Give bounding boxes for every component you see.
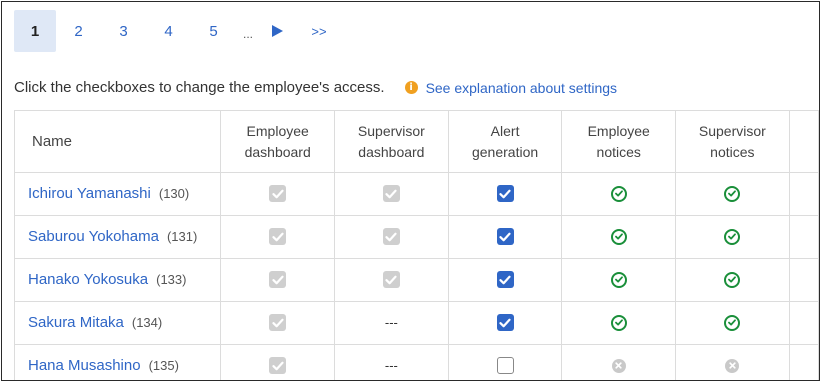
employee-notices-cell (561, 344, 676, 380)
checkbox-disabled (382, 271, 400, 289)
header-supervisor-dashboard: Supervisor dashboard (334, 110, 449, 173)
alert-generation-checkbox[interactable] (496, 185, 514, 203)
employee-id: (130) (158, 186, 190, 201)
check-circle-icon (610, 185, 627, 202)
check-circle-icon (610, 271, 627, 288)
supervisor-notices-cell (675, 344, 790, 380)
pagination: 1 2 3 4 5 ... >> (14, 10, 344, 52)
empty-value: --- (384, 315, 398, 330)
supervisor-notices-cell (675, 258, 790, 302)
employee-dashboard-cell (220, 172, 336, 216)
checkbox-disabled (269, 314, 287, 332)
next-page-button[interactable] (260, 10, 294, 52)
page-2-button[interactable]: 2 (56, 10, 101, 52)
name-cell: Saburou Yokohama (131) (13, 215, 222, 259)
explanation-link[interactable]: See explanation about settings (426, 80, 617, 96)
employee-id: (135) (148, 358, 179, 373)
employee-name-link[interactable]: Sakura Mitaka (28, 314, 124, 331)
employee-id: (133) (156, 272, 187, 287)
supervisor-dashboard-cell (334, 215, 449, 259)
pagination-ellipsis: ... (242, 27, 253, 41)
alert-generation-checkbox[interactable] (496, 228, 514, 246)
checkbox-disabled (269, 271, 287, 289)
page-5-button[interactable]: 5 (191, 10, 236, 52)
check-circle-icon (724, 185, 741, 202)
supervisor-notices-cell (675, 301, 790, 345)
table-header-row: Name Employee dashboard Supervisor dashboa… (13, 110, 819, 173)
alert-generation-cell (447, 172, 563, 216)
table-row: Saburou Yokohama (131) (13, 215, 819, 259)
employee-name-link[interactable]: Saburou Yokohama (28, 228, 159, 245)
employee-id: (134) (131, 315, 163, 330)
last-page-button[interactable]: >> (294, 10, 344, 52)
access-settings-panel: 1 2 3 4 5 ... >> Click the checkboxes to… (1, 1, 820, 381)
check-circle-icon (724, 228, 741, 245)
checkbox-disabled (382, 228, 400, 246)
employee-name-link[interactable]: Hanako Yokosuka (28, 271, 148, 288)
employee-name-link[interactable]: Hana Musashino (28, 357, 141, 374)
intro-text: Click the checkboxes to change the emplo… (14, 79, 385, 96)
name-cell: Ichirou Yamanashi (130) (13, 172, 222, 216)
employee-dashboard-cell (220, 301, 336, 345)
table-row: Hana Musashino (135) --- (13, 344, 819, 380)
alert-generation-cell (447, 301, 563, 345)
table-row: Sakura Mitaka (134) --- (13, 301, 819, 345)
header-extra (788, 110, 819, 173)
employee-id: (131) (166, 229, 198, 244)
employee-name-link[interactable]: Ichirou Yamanashi (28, 185, 151, 202)
header-employee-dashboard: Employee dashboard (220, 110, 336, 173)
table-row: Ichirou Yamanashi (130) (13, 172, 819, 216)
supervisor-notices-cell (675, 215, 790, 259)
extra-cell (788, 258, 819, 302)
info-icon: i (404, 81, 418, 94)
check-circle-icon (610, 314, 627, 331)
header-supervisor-notices: Supervisor notices (675, 110, 790, 173)
alert-generation-checkbox[interactable] (496, 314, 514, 332)
header-alert-generation: Alert generation (447, 110, 563, 173)
play-icon (271, 25, 283, 37)
checkbox-disabled (269, 228, 287, 246)
employee-notices-cell (561, 258, 676, 302)
check-circle-icon (724, 271, 741, 288)
alert-generation-checkbox[interactable] (496, 271, 514, 289)
checkbox-disabled (382, 185, 400, 203)
supervisor-dashboard-cell: --- (334, 301, 449, 345)
check-circle-icon (724, 314, 741, 331)
access-table: Name Employee dashboard Supervisor dashboa… (13, 110, 819, 380)
alert-generation-cell (447, 344, 563, 380)
checkbox-disabled (269, 185, 287, 203)
page-3-button[interactable]: 3 (101, 10, 146, 52)
name-cell: Hanako Yokosuka (133) (13, 258, 222, 302)
page-4-button[interactable]: 4 (146, 10, 191, 52)
supervisor-dashboard-cell (334, 172, 449, 216)
supervisor-dashboard-cell (334, 258, 449, 302)
supervisor-dashboard-cell: --- (334, 344, 449, 380)
alert-generation-cell (447, 215, 563, 259)
employee-notices-cell (561, 172, 676, 216)
x-circle-icon (611, 358, 626, 373)
supervisor-notices-cell (675, 172, 790, 216)
extra-cell (788, 301, 819, 345)
name-cell: Sakura Mitaka (134) (13, 301, 222, 345)
employee-dashboard-cell (220, 258, 336, 302)
extra-cell (788, 172, 819, 216)
intro-row: Click the checkboxes to change the emplo… (14, 79, 617, 96)
header-name: Name (13, 110, 222, 173)
employee-dashboard-cell (220, 215, 336, 259)
extra-cell (788, 215, 819, 259)
alert-generation-checkbox[interactable] (496, 357, 514, 375)
check-circle-icon (610, 228, 627, 245)
page-1-button[interactable]: 1 (14, 10, 56, 52)
table-row: Hanako Yokosuka (133) (13, 258, 819, 302)
empty-value: --- (384, 358, 398, 373)
header-employee-notices: Employee notices (561, 110, 676, 173)
extra-cell (788, 344, 819, 380)
alert-generation-cell (447, 258, 563, 302)
x-circle-icon (725, 358, 740, 373)
checkbox-disabled (269, 357, 287, 375)
name-cell: Hana Musashino (135) (13, 344, 222, 380)
employee-dashboard-cell (220, 344, 336, 380)
employee-notices-cell (561, 301, 676, 345)
employee-notices-cell (561, 215, 676, 259)
